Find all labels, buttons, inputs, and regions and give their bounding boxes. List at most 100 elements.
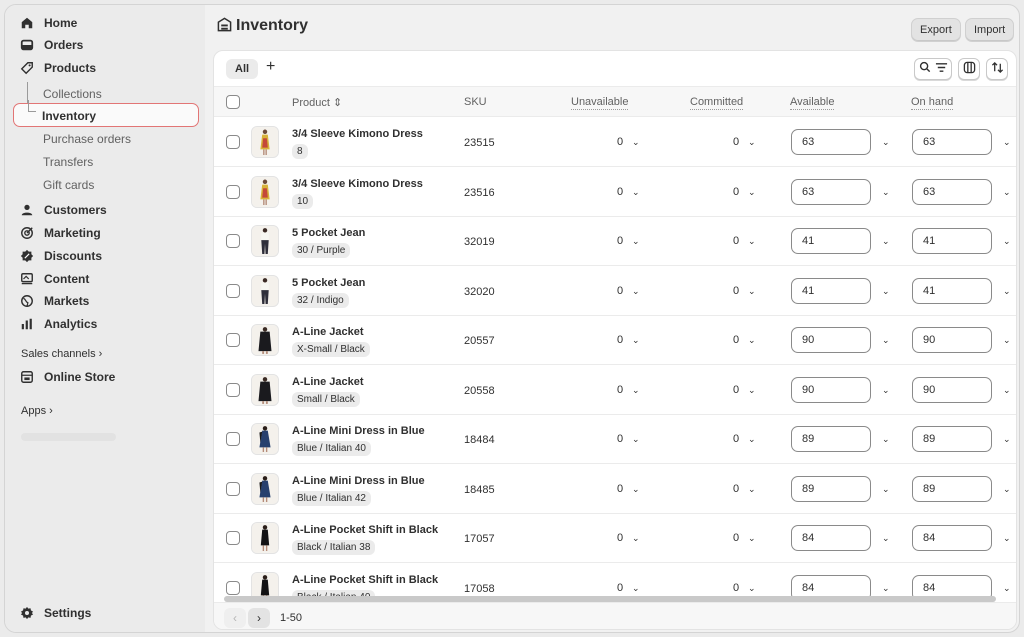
column-header-available[interactable]: Available [790, 96, 835, 110]
chevron-down-icon[interactable]: ⌄ [632, 187, 640, 198]
product-thumbnail[interactable] [251, 175, 279, 208]
chevron-down-icon[interactable]: ⌄ [882, 434, 890, 445]
product-name[interactable]: A-Line Pocket Shift in Black [292, 574, 438, 586]
product-name[interactable]: A-Line Pocket Shift in Black [292, 524, 438, 536]
table-row[interactable]: 5 Pocket Jean 32 / Indigo 32020 0 ⌄ 0 ⌄ 41 ⌄ 41 ⌄ [214, 267, 1016, 316]
unavailable-value[interactable]: 0 [617, 433, 623, 445]
chevron-down-icon[interactable]: ⌄ [748, 187, 756, 198]
committed-value[interactable]: 0 [733, 235, 739, 247]
table-row[interactable]: 5 Pocket Jean 30 / Purple 32019 0 ⌄ 0 ⌄ 41 ⌄ 41 ⌄ [214, 217, 1016, 266]
sidebar-item-settings[interactable]: Settings [19, 603, 91, 623]
product-name[interactable]: 3/4 Sleeve Kimono Dress [292, 128, 423, 140]
chevron-down-icon[interactable]: ⌄ [748, 236, 756, 247]
chevron-down-icon[interactable]: ⌄ [632, 236, 640, 247]
table-row[interactable]: A-Line Mini Dress in Blue Blue / Italian … [214, 415, 1016, 464]
sidebar-item-content[interactable]: Content [19, 269, 89, 289]
row-checkbox[interactable] [226, 234, 240, 248]
product-thumbnail[interactable] [251, 522, 279, 554]
unavailable-value[interactable]: 0 [617, 235, 623, 247]
chevron-down-icon[interactable]: ⌄ [748, 385, 756, 396]
chevron-down-icon[interactable]: ⌄ [1003, 335, 1011, 346]
chevron-down-icon[interactable]: ⌄ [882, 137, 890, 148]
chevron-down-icon[interactable]: ⌄ [632, 286, 640, 297]
sidebar-item-orders[interactable]: Orders [19, 35, 83, 55]
product-thumbnail[interactable] [251, 472, 279, 505]
chevron-down-icon[interactable]: ⌄ [632, 583, 640, 594]
row-checkbox[interactable] [226, 531, 240, 545]
available-input[interactable]: 63 [791, 129, 871, 155]
chevron-down-icon[interactable]: ⌄ [748, 286, 756, 297]
unavailable-value[interactable]: 0 [617, 136, 623, 148]
on-hand-input[interactable]: 89 [912, 426, 992, 452]
product-name[interactable]: 5 Pocket Jean [292, 227, 365, 239]
column-header-product[interactable]: Product ⇕ [292, 96, 342, 109]
available-input[interactable]: 41 [791, 228, 871, 254]
committed-value[interactable]: 0 [733, 136, 739, 148]
column-header-on-hand[interactable]: On hand [911, 96, 954, 110]
chevron-down-icon[interactable]: ⌄ [882, 533, 890, 544]
on-hand-input[interactable]: 41 [912, 277, 992, 304]
committed-value[interactable]: 0 [733, 384, 739, 396]
sidebar-item-online-store[interactable]: Online Store [19, 367, 115, 387]
chevron-down-icon[interactable]: ⌄ [748, 434, 756, 445]
add-view-button[interactable]: + [266, 58, 275, 76]
chevron-down-icon[interactable]: ⌄ [1003, 583, 1011, 594]
chevron-down-icon[interactable]: ⌄ [632, 137, 640, 148]
product-thumbnail[interactable] [251, 225, 279, 257]
chevron-down-icon[interactable]: ⌄ [748, 335, 756, 346]
table-row[interactable]: A-Line Mini Dress in Blue Blue / Italian … [214, 465, 1016, 514]
unavailable-value[interactable]: 0 [617, 532, 623, 544]
product-name[interactable]: 5 Pocket Jean [292, 277, 365, 289]
table-row[interactable]: A-Line Pocket Shift in Black Black / Ital… [214, 514, 1016, 563]
table-row[interactable]: A-Line Jacket Small / Black 20558 0 ⌄ 0 ⌄ 90 ⌄ 90… [214, 366, 1016, 415]
chevron-down-icon[interactable]: ⌄ [1003, 434, 1011, 445]
row-checkbox[interactable] [226, 481, 240, 496]
column-header-unavailable[interactable]: Unavailable [571, 96, 629, 110]
on-hand-input[interactable]: 63 [912, 129, 992, 155]
available-input[interactable]: 90 [791, 376, 871, 403]
product-name[interactable]: 3/4 Sleeve Kimono Dress [292, 178, 423, 190]
chevron-down-icon[interactable]: ⌄ [748, 533, 756, 544]
row-checkbox[interactable] [226, 432, 240, 446]
product-name[interactable]: A-Line Mini Dress in Blue [292, 475, 425, 487]
chevron-down-icon[interactable]: ⌄ [882, 484, 890, 495]
available-input[interactable]: 63 [791, 178, 871, 205]
unavailable-value[interactable]: 0 [617, 186, 623, 198]
chevron-down-icon[interactable]: ⌄ [882, 583, 890, 594]
available-input[interactable]: 84 [791, 525, 871, 551]
product-name[interactable]: A-Line Mini Dress in Blue [292, 425, 425, 437]
chevron-down-icon[interactable]: ⌄ [882, 335, 890, 346]
product-thumbnail[interactable] [251, 324, 279, 356]
chevron-down-icon[interactable]: ⌄ [882, 385, 890, 396]
export-button[interactable]: Export [911, 18, 961, 42]
chevron-down-icon[interactable]: ⌄ [632, 484, 640, 495]
sidebar-subitem-purchase-orders[interactable]: Purchase orders [43, 130, 131, 148]
sidebar-subitem-inventory[interactable]: Inventory [13, 100, 199, 127]
chevron-down-icon[interactable]: ⌄ [1003, 187, 1011, 198]
sidebar-item-analytics[interactable]: Analytics [19, 314, 97, 334]
apps-link[interactable]: Apps › [21, 405, 53, 417]
search-filter-button[interactable] [914, 58, 952, 80]
chevron-down-icon[interactable]: ⌄ [748, 484, 756, 495]
chevron-down-icon[interactable]: ⌄ [1003, 484, 1011, 495]
chevron-down-icon[interactable]: ⌄ [1003, 385, 1011, 396]
committed-value[interactable]: 0 [733, 285, 739, 297]
available-input[interactable]: 89 [791, 426, 871, 452]
available-input[interactable]: 89 [791, 475, 871, 502]
chevron-down-icon[interactable]: ⌄ [748, 583, 756, 594]
chevron-down-icon[interactable]: ⌄ [632, 385, 640, 396]
on-hand-input[interactable]: 84 [912, 525, 992, 551]
sort-button[interactable] [986, 58, 1008, 80]
committed-value[interactable]: 0 [733, 532, 739, 544]
row-checkbox[interactable] [226, 382, 240, 397]
unavailable-value[interactable]: 0 [617, 582, 623, 594]
available-input[interactable]: 90 [791, 327, 871, 353]
row-checkbox[interactable] [226, 135, 240, 149]
next-page-button[interactable]: › [248, 608, 270, 628]
row-checkbox[interactable] [226, 184, 240, 199]
column-header-sku[interactable]: SKU [464, 96, 487, 108]
sidebar-item-products[interactable]: Products [19, 58, 96, 78]
row-checkbox[interactable] [226, 283, 240, 298]
sidebar-subitem-transfers[interactable]: Transfers [43, 153, 93, 171]
product-thumbnail[interactable] [251, 423, 279, 455]
